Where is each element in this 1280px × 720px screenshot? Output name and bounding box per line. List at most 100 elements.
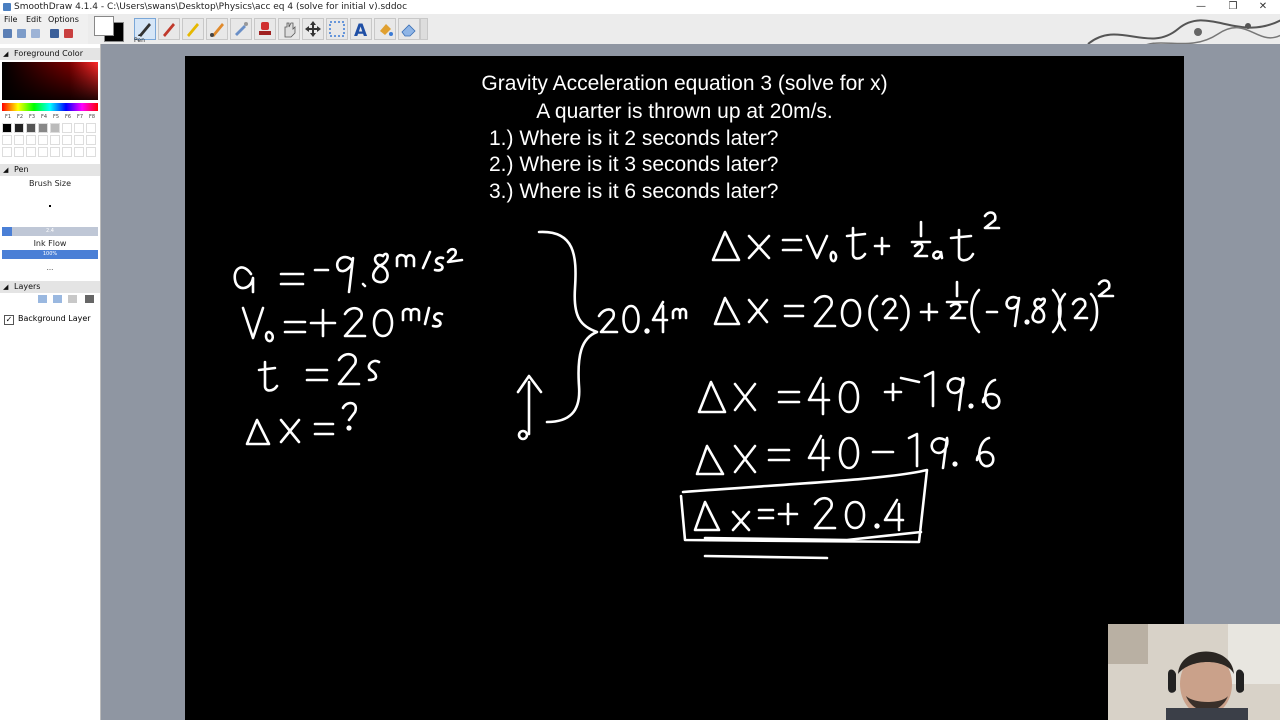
new-icon[interactable] <box>3 29 12 38</box>
restore-button[interactable]: ❒ <box>1218 0 1248 14</box>
ink-given-time <box>257 352 381 392</box>
ink-flow-label: Ink Flow <box>33 239 67 248</box>
swatch[interactable] <box>38 147 48 157</box>
webcam-feed <box>1108 624 1280 720</box>
text-icon: A <box>354 21 368 39</box>
swatch[interactable] <box>50 147 60 157</box>
background-color-swatch[interactable] <box>94 16 114 36</box>
swatch[interactable] <box>86 123 96 133</box>
app-icon <box>3 3 11 11</box>
select-tool-button[interactable] <box>326 18 348 40</box>
collapse-icon: ◢ <box>3 283 9 291</box>
airbrush-icon <box>235 22 248 36</box>
ink-given-velocity <box>241 306 444 343</box>
swatch[interactable] <box>50 123 60 133</box>
brush-size-slider[interactable]: 2.4 <box>2 227 98 236</box>
pencil-icon <box>163 23 175 37</box>
hand-tool-button[interactable] <box>278 18 300 40</box>
swatch[interactable] <box>2 147 12 157</box>
save-icon[interactable] <box>50 29 59 38</box>
delete-layer-icon[interactable] <box>85 295 94 303</box>
marker-icon <box>187 23 199 37</box>
duplicate-layer-icon[interactable] <box>68 295 77 303</box>
function-key-labels: F1 F2 F3 F4 F5 F6 F7 F8 <box>5 114 96 120</box>
brush-size-label: Brush Size <box>28 179 72 188</box>
layer-visibility-checkbox[interactable]: ✓ <box>4 315 14 325</box>
layer-item[interactable]: ✓ Background Layer <box>4 313 98 325</box>
move-layer-up-icon[interactable] <box>53 295 62 303</box>
drawing-canvas[interactable]: Gravity Acceleration equation 3 (solve f… <box>185 56 1184 720</box>
stamp-icon <box>259 22 271 35</box>
active-tool-label: Pen <box>134 37 145 44</box>
swatch[interactable] <box>26 147 36 157</box>
select-icon <box>329 21 345 37</box>
swatch[interactable] <box>86 147 96 157</box>
marker-tool-button[interactable] <box>182 18 204 40</box>
window-title: SmoothDraw 4.1.4 - C:\Users\swans\Deskto… <box>14 2 408 12</box>
quick-access-bar <box>0 27 90 41</box>
swatch[interactable] <box>26 123 36 133</box>
toolbar-dropdown[interactable] <box>420 18 428 40</box>
ink-unknown-displacement <box>245 401 358 446</box>
menu-options[interactable]: Options <box>48 15 79 24</box>
swatch[interactable] <box>74 123 84 133</box>
hue-slider[interactable] <box>2 103 98 111</box>
layers-header[interactable]: ◢ Layers <box>0 281 100 293</box>
undo-icon[interactable] <box>17 29 26 38</box>
menu-edit[interactable]: Edit <box>26 15 42 24</box>
ink-final-answer <box>679 468 929 560</box>
redo-icon[interactable] <box>31 29 40 38</box>
swatch[interactable] <box>2 135 12 145</box>
brush-tool-button[interactable] <box>206 18 228 40</box>
fill-tool-button[interactable] <box>374 18 396 40</box>
foreground-color-header[interactable]: ◢ Foreground Color <box>0 48 100 60</box>
move-tool-button[interactable] <box>302 18 324 40</box>
swatch[interactable] <box>14 123 24 133</box>
menu-file[interactable]: File <box>4 15 17 24</box>
swatch[interactable] <box>86 135 96 145</box>
close-button[interactable]: ✕ <box>1248 0 1278 14</box>
ink-equation-step <box>697 370 1001 416</box>
swatch[interactable] <box>38 123 48 133</box>
brush-preview <box>49 205 51 207</box>
eraser-tool-button[interactable] <box>398 18 420 40</box>
swatch[interactable] <box>14 147 24 157</box>
collapse-icon: ◢ <box>3 50 9 58</box>
swatch[interactable] <box>62 135 72 145</box>
svg-text:A: A <box>354 21 368 39</box>
swatch[interactable] <box>14 135 24 145</box>
swatch[interactable] <box>74 135 84 145</box>
minimize-button[interactable]: — <box>1186 0 1216 14</box>
ink-flow-slider[interactable]: 100% <box>2 250 98 259</box>
text-tool-button[interactable]: A <box>350 18 372 40</box>
layer-name: Background Layer <box>18 314 91 323</box>
eraser-icon <box>401 24 416 37</box>
delete-icon[interactable] <box>64 29 73 38</box>
ink-equation-step-2 <box>695 432 995 476</box>
ink-arrow-diagram <box>516 230 688 441</box>
color-swatches <box>2 123 98 159</box>
ink-flow-value: 100% <box>42 251 58 257</box>
swatch[interactable] <box>62 123 72 133</box>
swatch[interactable] <box>74 147 84 157</box>
swatch[interactable] <box>2 123 12 133</box>
left-panel: ◢ Foreground Color F1 F2 F3 F4 F5 F6 F7 … <box>0 44 101 720</box>
airbrush-tool-button[interactable] <box>230 18 252 40</box>
move-icon <box>305 21 321 37</box>
more-options[interactable]: ... <box>0 264 100 272</box>
swatch[interactable] <box>62 147 72 157</box>
menu-bar: File Edit Options <box>0 14 90 26</box>
brush-icon <box>210 23 224 37</box>
brush-size-value: 2.4 <box>46 228 54 234</box>
swatch[interactable] <box>26 135 36 145</box>
swatch[interactable] <box>50 135 60 145</box>
decorative-swirl <box>1087 19 1280 44</box>
swatch[interactable] <box>38 135 48 145</box>
color-picker[interactable] <box>2 62 98 100</box>
pen-header[interactable]: ◢ Pen <box>0 164 100 176</box>
toolbar: Pen A <box>88 14 1280 44</box>
stamp-tool-button[interactable] <box>254 18 276 40</box>
pencil-tool-button[interactable] <box>158 18 180 40</box>
move-layer-down-icon[interactable] <box>38 295 47 303</box>
ink-equation-general <box>711 211 1001 263</box>
